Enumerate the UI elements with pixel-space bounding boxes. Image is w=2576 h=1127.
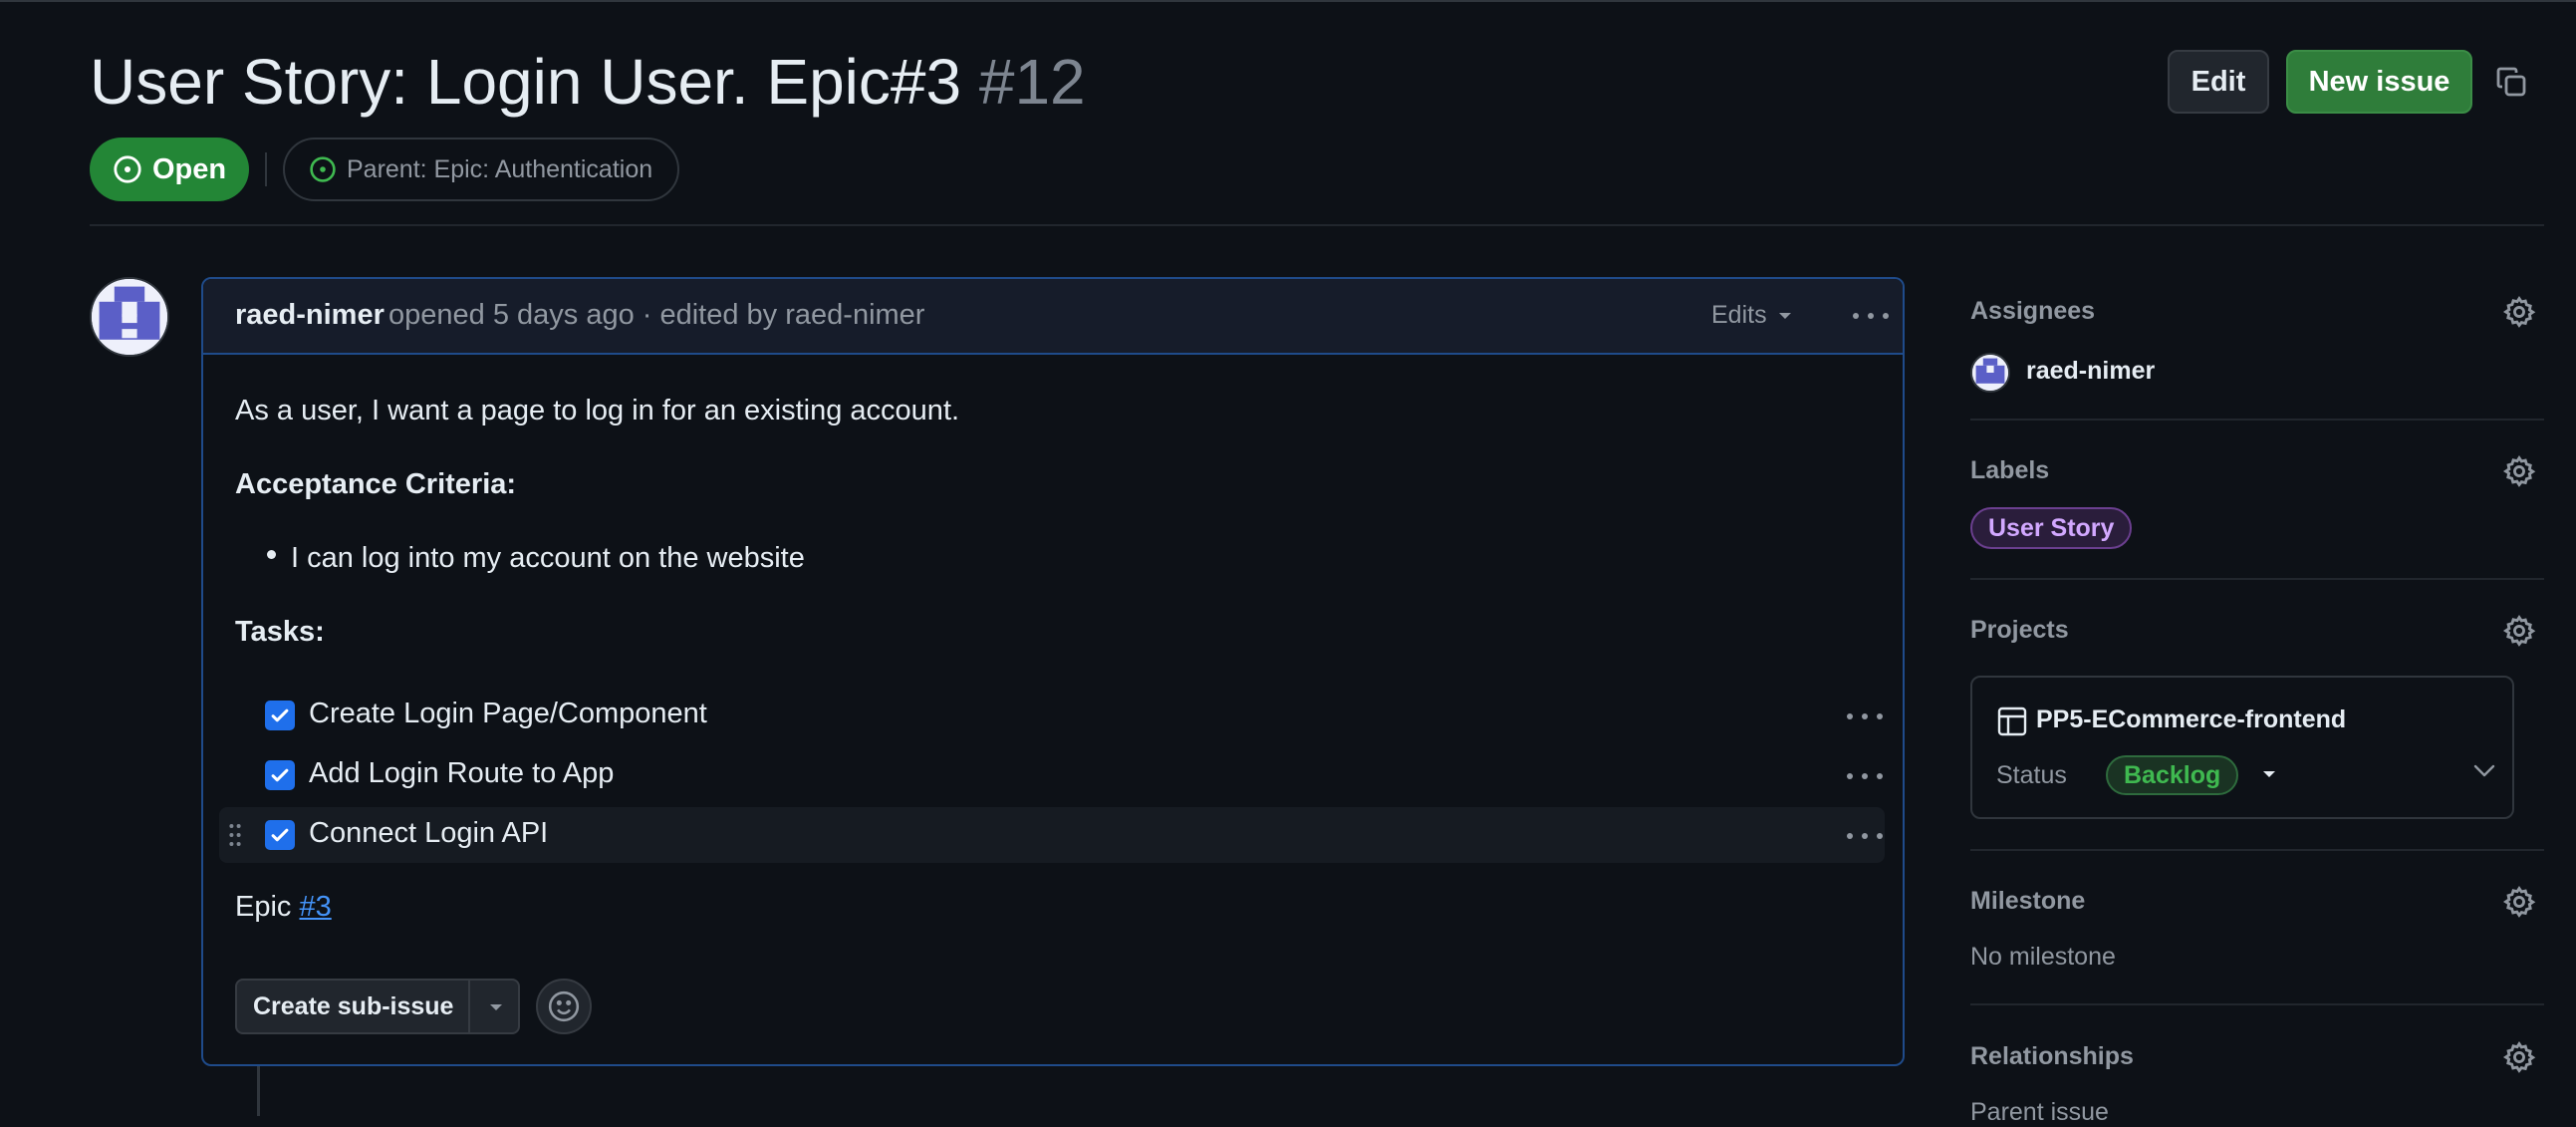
gear-icon[interactable] bbox=[2502, 885, 2536, 919]
task-checkbox[interactable] bbox=[265, 820, 295, 850]
milestone-value: No milestone bbox=[1970, 943, 2116, 971]
assignee-name[interactable]: raed-nimer bbox=[2026, 357, 2155, 386]
chevron-down-icon[interactable] bbox=[2472, 763, 2496, 779]
task-options-icon[interactable] bbox=[1847, 771, 1883, 781]
caret-down-icon[interactable] bbox=[2261, 769, 2277, 779]
gear-icon[interactable] bbox=[2502, 614, 2536, 648]
task-item: Create Login Page/Component bbox=[219, 688, 1885, 743]
body-intro: As a user, I want a page to log in for a… bbox=[235, 395, 960, 426]
identicon-icon bbox=[92, 279, 167, 355]
relationships-value: Parent issue bbox=[1970, 1098, 2109, 1126]
sidebar-divider bbox=[1970, 419, 2544, 421]
epic-line: Epic #3 bbox=[235, 891, 332, 924]
edits-dropdown[interactable]: Edits bbox=[1711, 301, 1793, 330]
top-border bbox=[0, 0, 2576, 2]
caret-down-icon bbox=[1778, 312, 1791, 319]
status-badge: Open bbox=[90, 138, 249, 201]
split-button-divider bbox=[468, 981, 470, 1032]
task-options-icon[interactable] bbox=[1847, 711, 1883, 721]
comment-header: raed-nimer opened 5 days ago · edited by… bbox=[203, 279, 1903, 355]
parent-issue-link[interactable]: Parent: Epic: Authentication bbox=[283, 138, 679, 201]
header-divider bbox=[265, 152, 267, 186]
parent-issue-label: Parent: Epic: Authentication bbox=[347, 154, 653, 183]
criteria-item: I can log into my account on the website bbox=[291, 542, 805, 574]
task-label: Connect Login API bbox=[309, 817, 549, 849]
status-field-label: Status bbox=[1996, 761, 2067, 789]
epic-prefix: Epic bbox=[235, 891, 292, 923]
smiley-icon bbox=[548, 990, 580, 1022]
gear-icon[interactable] bbox=[2502, 1040, 2536, 1074]
milestone-heading: Milestone bbox=[1970, 887, 2086, 915]
project-name[interactable]: PP5-ECommerce-frontend bbox=[2036, 705, 2346, 734]
avatar[interactable] bbox=[90, 277, 169, 357]
issue-title-text: User Story: Login User. Epic#3 bbox=[90, 46, 962, 118]
edit-button[interactable]: Edit bbox=[2168, 50, 2269, 114]
check-icon bbox=[271, 828, 289, 842]
sidebar-divider bbox=[1970, 578, 2544, 580]
issue-open-icon bbox=[114, 155, 141, 183]
sidebar-divider bbox=[1970, 849, 2544, 851]
create-sub-issue-label: Create sub-issue bbox=[253, 992, 454, 1020]
edits-label: Edits bbox=[1711, 301, 1767, 329]
relationships-heading: Relationships bbox=[1970, 1042, 2134, 1070]
task-item: Add Login Route to App bbox=[219, 747, 1885, 803]
tasks-heading: Tasks: bbox=[235, 616, 325, 648]
status-badge-label: Open bbox=[151, 152, 227, 185]
comment-author[interactable]: raed-nimer bbox=[235, 299, 385, 332]
check-icon bbox=[271, 708, 289, 722]
gear-icon[interactable] bbox=[2502, 295, 2536, 329]
task-options-icon[interactable] bbox=[1847, 831, 1883, 841]
copy-icon[interactable] bbox=[2495, 66, 2527, 98]
status-value[interactable]: Backlog bbox=[2106, 755, 2239, 795]
caret-down-icon[interactable] bbox=[488, 1002, 504, 1012]
sidebar-divider bbox=[1970, 1003, 2544, 1005]
issue-number: #12 bbox=[978, 46, 1086, 118]
labels-heading: Labels bbox=[1970, 456, 2050, 484]
assignees-heading: Assignees bbox=[1970, 297, 2096, 325]
epic-issue-link[interactable]: #3 bbox=[299, 891, 331, 923]
timeline-line bbox=[257, 1066, 260, 1116]
task-checkbox[interactable] bbox=[265, 701, 295, 730]
new-issue-button[interactable]: New issue bbox=[2286, 50, 2472, 114]
comment-options-icon[interactable] bbox=[1853, 311, 1889, 321]
projects-heading: Projects bbox=[1970, 616, 2069, 644]
bullet-marker bbox=[267, 550, 276, 559]
gear-icon[interactable] bbox=[2502, 454, 2536, 488]
criteria-heading: Acceptance Criteria: bbox=[235, 468, 517, 500]
drag-handle-icon[interactable] bbox=[229, 823, 241, 847]
header-divider-line bbox=[90, 224, 2544, 226]
issue-open-icon bbox=[310, 156, 336, 182]
issue-title: User Story: Login User. Epic#3 #12 bbox=[90, 44, 1086, 120]
check-icon bbox=[271, 768, 289, 782]
table-icon bbox=[1997, 706, 2027, 736]
assignee-avatar[interactable] bbox=[1970, 353, 2010, 393]
add-reaction-button[interactable] bbox=[536, 979, 592, 1034]
create-sub-issue-button[interactable]: Create sub-issue bbox=[235, 979, 520, 1034]
project-card: PP5-ECommerce-frontend Status Backlog bbox=[1970, 676, 2514, 819]
issue-body-comment: raed-nimer opened 5 days ago · edited by… bbox=[201, 277, 1905, 1066]
identicon-icon bbox=[1972, 355, 2008, 391]
task-label: Create Login Page/Component bbox=[309, 698, 707, 729]
task-label: Add Login Route to App bbox=[309, 757, 615, 789]
task-checkbox[interactable] bbox=[265, 760, 295, 790]
comment-meta: opened 5 days ago · edited by raed-nimer bbox=[388, 299, 925, 331]
task-item: Connect Login API bbox=[219, 807, 1885, 863]
label-user-story[interactable]: User Story bbox=[1970, 507, 2133, 549]
